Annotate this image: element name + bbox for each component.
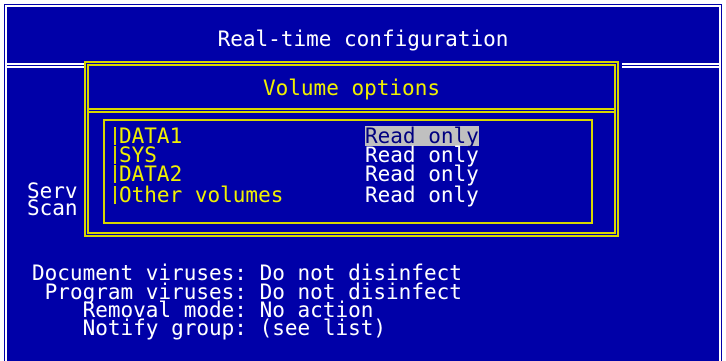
volume-mode[interactable]: Read only xyxy=(365,185,479,206)
window-title: Real-time configuration xyxy=(217,27,509,51)
volume-row-other-volumes[interactable]: Other volumes Read only xyxy=(105,183,591,207)
obscured-label-scan: Scan xyxy=(27,196,78,220)
setting-value: (see list) xyxy=(259,316,387,340)
volume-mode[interactable]: Read only xyxy=(365,164,479,185)
volume-list[interactable]: DATA1 Read only SYS Read only DATA2 Read… xyxy=(103,119,593,224)
dos-screen: Real-time configuration Serv Scan Docume… xyxy=(0,0,726,361)
volume-name: DATA2 xyxy=(113,162,183,186)
setting-label: Notify group: xyxy=(82,316,247,340)
setting-notify-group[interactable]: Notify group: (see list) xyxy=(32,316,387,340)
volume-row-data1[interactable]: DATA1 Read only xyxy=(105,126,591,147)
dialog-title: Volume options xyxy=(262,76,440,100)
volume-options-dialog: Volume options DATA1 Read only SYS Read … xyxy=(84,61,619,237)
volume-name: Other volumes xyxy=(113,183,284,207)
volume-row-data2[interactable]: DATA2 Read only xyxy=(105,162,591,186)
dialog-title-separator xyxy=(89,108,614,113)
